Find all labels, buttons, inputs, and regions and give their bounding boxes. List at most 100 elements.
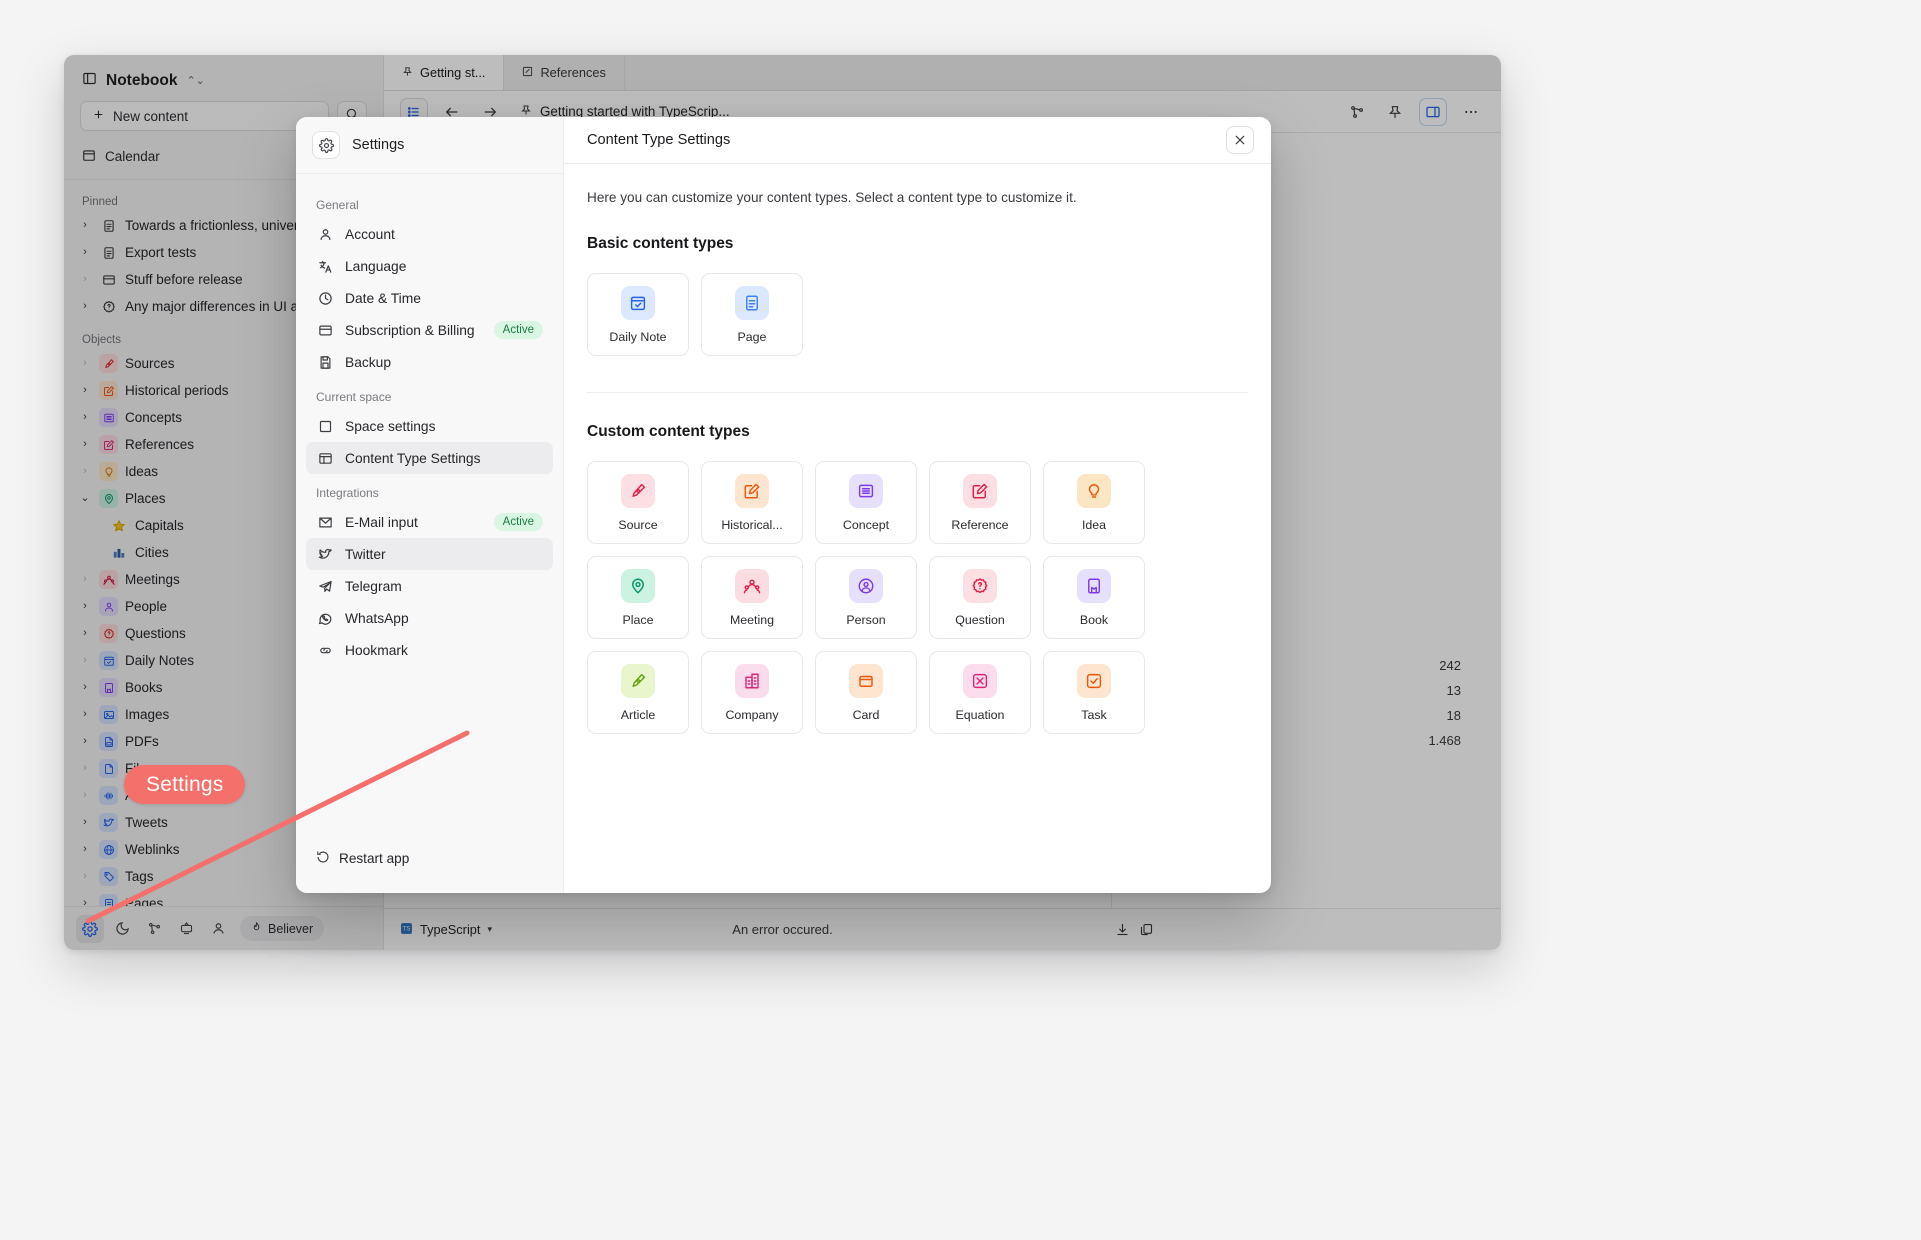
settings-item-whatsapp[interactable]: WhatsApp [306,602,553,634]
content-type-card[interactable]: Company [701,651,803,734]
settings-item-backup[interactable]: Backup [306,346,553,378]
plan-badge[interactable]: Believer [240,916,324,941]
settings-item-label: Account [345,227,543,242]
calendar-icon [82,148,96,165]
content-type-card[interactable]: Task [1043,651,1145,734]
chevron-updown-icon[interactable]: ⌃⌄ [186,76,204,87]
content-type-card[interactable]: Card [815,651,917,734]
tree-caret[interactable]: › [78,247,92,258]
content-type-label: Person [846,613,885,627]
settings-item-e-mail-input[interactable]: E-Mail inputActive [306,506,553,538]
sidebar-item-label: Concepts [125,410,182,425]
whatsapp-icon [316,611,334,626]
settings-item-content-type-settings[interactable]: Content Type Settings [306,442,553,474]
tree-caret[interactable]: › [78,385,92,396]
settings-item-date-time[interactable]: Date & Time [306,282,553,314]
tree-caret[interactable]: › [78,844,92,855]
tree-caret[interactable]: › [78,439,92,450]
tree-caret[interactable]: › [78,898,92,906]
settings-item-label: Language [345,259,543,274]
content-type-card[interactable]: Daily Note [587,273,689,356]
status-badge: Active [494,513,543,531]
settings-item-label: WhatsApp [345,611,543,626]
tree-caret[interactable]: › [78,601,92,612]
content-type-card[interactable]: Page [701,273,803,356]
tree-caret[interactable]: › [78,709,92,720]
content-type-card[interactable]: Reference [929,461,1031,544]
card-type-icon [849,664,883,698]
graph-button[interactable] [1343,98,1371,126]
tree-caret[interactable]: › [78,301,92,312]
ai-assistant-button[interactable] [172,915,200,943]
settings-item-telegram[interactable]: Telegram [306,570,553,602]
tree-caret[interactable]: › [78,763,92,774]
tree-caret[interactable]: › [78,736,92,747]
tree-caret-open[interactable]: ⌄ [78,493,92,504]
basic-types-grid[interactable]: Daily NotePage [587,273,1248,356]
account-button[interactable] [204,915,232,943]
language-label: TypeScript [420,922,480,937]
theme-toggle-button[interactable] [108,915,136,943]
pin-icon [99,489,118,508]
sidebar-item-label: Sources [125,356,175,371]
content-type-label: Reference [951,518,1008,532]
content-type-card[interactable]: Idea [1043,461,1145,544]
settings-item-space-settings[interactable]: Space settings [306,410,553,442]
right-panel-toggle[interactable] [1419,98,1447,126]
new-content-label: New content [113,109,188,124]
restart-app-label: Restart app [339,851,409,866]
content-type-card[interactable]: Source [587,461,689,544]
link-icon [316,643,334,658]
tree-caret[interactable]: › [78,871,92,882]
settings-item-account[interactable]: Account [306,218,553,250]
sidebar-header[interactable]: Notebook ⌃⌄ [64,55,383,101]
content-type-label: Company [725,708,778,722]
settings-nav-list[interactable]: GeneralAccountLanguageDate & TimeSubscri… [296,174,563,829]
custom-types-grid[interactable]: SourceHistorical...Concept Reference Idea P… [587,461,1248,734]
tree-caret[interactable]: › [78,466,92,477]
more-button[interactable] [1457,98,1485,126]
tree-caret[interactable]: › [78,358,92,369]
tree-caret[interactable]: › [78,274,92,285]
content-type-card[interactable]: Place [587,556,689,639]
content-type-card[interactable]: Concept [815,461,917,544]
settings-button[interactable] [76,915,104,943]
restart-app-button[interactable]: Restart app [306,843,553,873]
settings-item-twitter[interactable]: Twitter [306,538,553,570]
content-type-card[interactable]: Article [587,651,689,734]
error-message: An error occured. [732,922,832,937]
language-selector[interactable]: TS TypeScript ▾ [400,922,492,938]
tree-caret[interactable]: › [78,220,92,231]
settings-item-hookmark[interactable]: Hookmark [306,634,553,666]
image-icon [99,705,118,724]
tab-references[interactable]: References [504,55,624,90]
settings-item-subscription-billing[interactable]: Subscription & BillingActive [306,314,553,346]
close-button[interactable] [1226,126,1254,154]
tree-caret[interactable]: › [78,655,92,666]
flame-icon [251,922,262,936]
pin-button[interactable] [1381,98,1409,126]
tree-caret[interactable]: › [78,817,92,828]
tree-caret[interactable]: › [78,790,92,801]
sidebar-item-label: People [125,599,167,614]
sidebar-item-label: Books [125,680,163,695]
new-content-button[interactable]: New content [80,101,329,131]
tree-caret[interactable]: › [78,574,92,585]
tree-caret[interactable]: › [78,412,92,423]
settings-item-language[interactable]: Language [306,250,553,282]
settings-panel-body: Here you can customize your content type… [564,164,1271,893]
graph-view-button[interactable] [140,915,168,943]
settings-content: Content Type Settings Here you can custo… [564,117,1271,893]
stat-value: 242 [1439,658,1461,673]
content-type-card[interactable]: Person [815,556,917,639]
tab-getting-started[interactable]: Getting st... [384,55,504,90]
content-type-card[interactable]: Meeting [701,556,803,639]
bulb-icon [1077,474,1111,508]
content-type-card[interactable]: Book [1043,556,1145,639]
content-type-card[interactable]: Historical... [701,461,803,544]
content-type-card[interactable]: Equation [929,651,1031,734]
copy-button[interactable] [1132,916,1160,944]
content-type-card[interactable]: Question [929,556,1031,639]
tree-caret[interactable]: › [78,682,92,693]
tree-caret[interactable]: › [78,628,92,639]
